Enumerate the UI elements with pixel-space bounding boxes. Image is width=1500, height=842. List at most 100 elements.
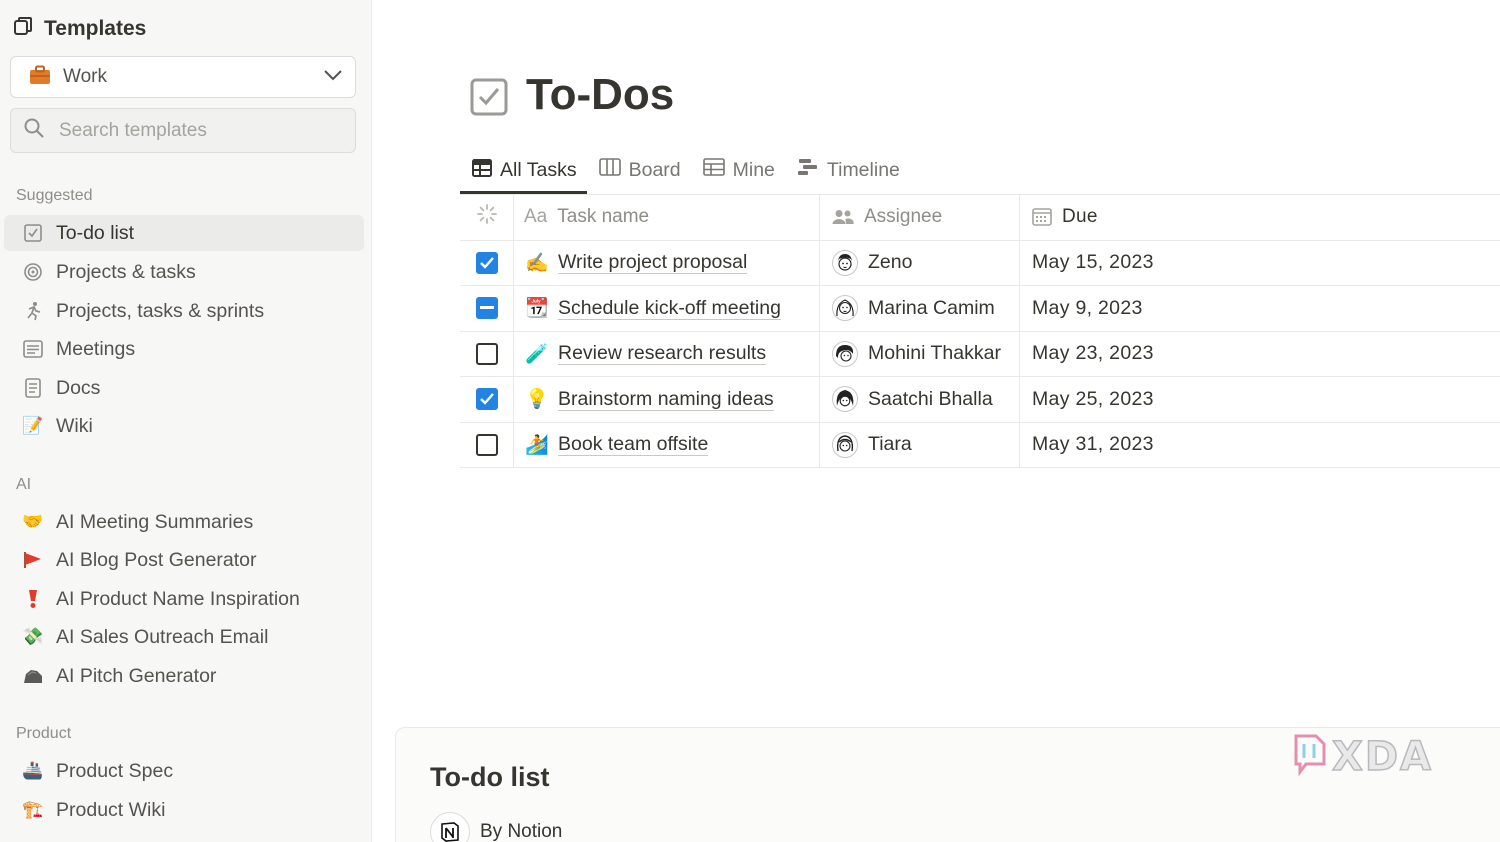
task-name-cell[interactable]: 🏄 Book team offsite [514, 422, 820, 467]
task-name[interactable]: Schedule kick-off meeting [558, 297, 781, 320]
due-cell[interactable]: May 25, 2023 [1020, 377, 1500, 422]
template-item-ai-meeting-summaries[interactable]: 🤝 AI Meeting Summaries [4, 504, 364, 540]
assignee-cell[interactable]: Saatchi Bhalla [820, 377, 1020, 422]
template-item-ai-pitch-generator[interactable]: AI Pitch Generator [4, 658, 364, 694]
task-name-cell[interactable]: 📆 Schedule kick-off meeting [514, 286, 820, 331]
template-item-ai-sales-outreach-email[interactable]: 💸 AI Sales Outreach Email [4, 619, 364, 655]
table-row: 📆 Schedule kick-off meeting Marina Camim… [460, 286, 1500, 332]
tab-label: All Tasks [500, 159, 577, 181]
due-cell[interactable]: May 31, 2023 [1020, 423, 1500, 468]
avatar [832, 431, 858, 458]
template-item-ai-blog-post-generator[interactable]: AI Blog Post Generator [4, 542, 364, 578]
template-item-docs[interactable]: Docs [4, 370, 364, 406]
writing-hand-emoji-icon: ✍️ [525, 252, 549, 274]
runner-icon [22, 300, 44, 322]
sidebar-title: Templates [44, 16, 147, 40]
timeline-icon [797, 158, 819, 182]
search-input[interactable] [59, 119, 339, 142]
task-name[interactable]: Book team offsite [558, 433, 709, 457]
list-doc-icon [22, 338, 44, 360]
page-title: To-Dos [526, 70, 675, 119]
due-date: May 23, 2023 [1032, 342, 1154, 365]
tasks-table: Aa Task name Assignee Due ✍️ Write proje… [460, 195, 1500, 468]
template-item-label: Wiki [56, 414, 93, 437]
sidebar-header: Templates [12, 15, 146, 42]
template-item-product-wiki[interactable]: 🏗️ Product Wiki [4, 792, 364, 828]
template-item-label: Projects & tasks [56, 260, 196, 283]
header-due[interactable]: Due [1020, 195, 1500, 240]
check-cell [460, 377, 514, 422]
assignee-name: Mohini Thakkar [868, 342, 1001, 365]
task-checkbox-unchecked[interactable] [475, 433, 498, 456]
template-author: By Notion [430, 812, 562, 842]
calendar-emoji-icon: 📆 [525, 298, 549, 320]
template-item-wiki[interactable]: 📝 Wiki [4, 408, 364, 444]
assignee-cell[interactable]: Marina Camim [820, 286, 1020, 331]
table-row: 🧪 Review research results Mohini Thakkar… [460, 331, 1500, 377]
due-date: May 15, 2023 [1032, 251, 1154, 274]
template-item-projects-tasks[interactable]: Projects & tasks [4, 254, 364, 290]
memo-emoji-icon: 📝 [22, 416, 44, 435]
due-cell[interactable]: May 9, 2023 [1020, 286, 1500, 331]
section-label-ai: AI [16, 476, 32, 493]
search-icon [23, 117, 45, 144]
task-checkbox-checked[interactable] [475, 388, 498, 411]
section-label-product: Product [16, 725, 72, 742]
check-cell [460, 331, 514, 376]
task-checkbox-partial[interactable] [475, 297, 498, 320]
templates-icon [12, 15, 34, 42]
assignee-cell[interactable]: Tiara [820, 422, 1020, 467]
template-item-ai-product-name-inspiration[interactable]: AI Product Name Inspiration [4, 581, 364, 617]
template-item-label: Projects, tasks & sprints [56, 299, 265, 322]
tab-mine[interactable]: Mine [691, 148, 785, 192]
task-checkbox-unchecked[interactable] [475, 342, 498, 365]
table-header-row: Aa Task name Assignee Due [460, 195, 1500, 241]
task-name-cell[interactable]: 💡 Brainstorm naming ideas [514, 377, 820, 422]
due-cell[interactable]: May 23, 2023 [1020, 332, 1500, 377]
assignee-cell[interactable]: Zeno [820, 240, 1020, 285]
task-name-cell[interactable]: ✍️ Write project proposal [514, 240, 820, 285]
table-row: 💡 Brainstorm naming ideas Saatchi Bhalla… [460, 377, 1500, 423]
table-row: ✍️ Write project proposal Zeno May 15, 2… [460, 240, 1500, 286]
header-assignee[interactable]: Assignee [820, 195, 1020, 240]
author-label: By Notion [480, 821, 563, 842]
tab-label: Board [628, 158, 681, 181]
xda-logo-icon [1292, 732, 1328, 781]
category-select[interactable]: Work [10, 56, 356, 98]
search-box[interactable] [10, 108, 356, 153]
task-checkbox-checked[interactable] [475, 251, 498, 274]
task-name-cell[interactable]: 🧪 Review research results [514, 331, 820, 376]
header-label: Due [1062, 206, 1098, 228]
template-item-product-spec[interactable]: 🚢 Product Spec [4, 753, 364, 789]
template-title: To-do list [430, 762, 550, 792]
assignee-cell[interactable]: Mohini Thakkar [820, 331, 1020, 376]
table-row: 🏄 Book team offsite Tiara May 31, 2023 [460, 422, 1500, 468]
task-name[interactable]: Brainstorm naming ideas [558, 388, 774, 411]
template-item-label: AI Blog Post Generator [56, 548, 257, 571]
template-item-meetings[interactable]: Meetings [4, 331, 364, 367]
task-name[interactable]: Write project proposal [558, 251, 748, 275]
chevron-down-icon[interactable] [323, 68, 343, 87]
template-item-label: Product Wiki [56, 798, 166, 821]
target-icon [22, 261, 44, 283]
due-cell[interactable]: May 15, 2023 [1020, 241, 1500, 286]
tab-timeline[interactable]: Timeline [785, 148, 910, 192]
tab-label: Timeline [826, 158, 900, 181]
template-item-to-do-list[interactable]: To-do list [4, 215, 364, 251]
table-icon [702, 158, 725, 182]
template-item-label: AI Product Name Inspiration [56, 587, 300, 610]
exclamation-emoji-icon [22, 588, 44, 610]
test-tube-emoji-icon: 🧪 [525, 343, 549, 365]
template-item-projects-tasks-sprints[interactable]: Projects, tasks & sprints [4, 293, 364, 329]
xda-watermark-text: XDA [1331, 733, 1433, 781]
task-name[interactable]: Review research results [558, 342, 767, 366]
people-icon [832, 209, 854, 225]
tab-all-tasks[interactable]: All Tasks [460, 148, 587, 194]
calendar-icon [1032, 208, 1052, 227]
avatar [832, 340, 858, 367]
assignee-name: Marina Camim [868, 296, 995, 319]
avatar [832, 386, 858, 413]
header-task-name[interactable]: Aa Task name [514, 195, 820, 240]
header-status-cell[interactable] [460, 195, 514, 240]
tab-board[interactable]: Board [587, 148, 691, 192]
